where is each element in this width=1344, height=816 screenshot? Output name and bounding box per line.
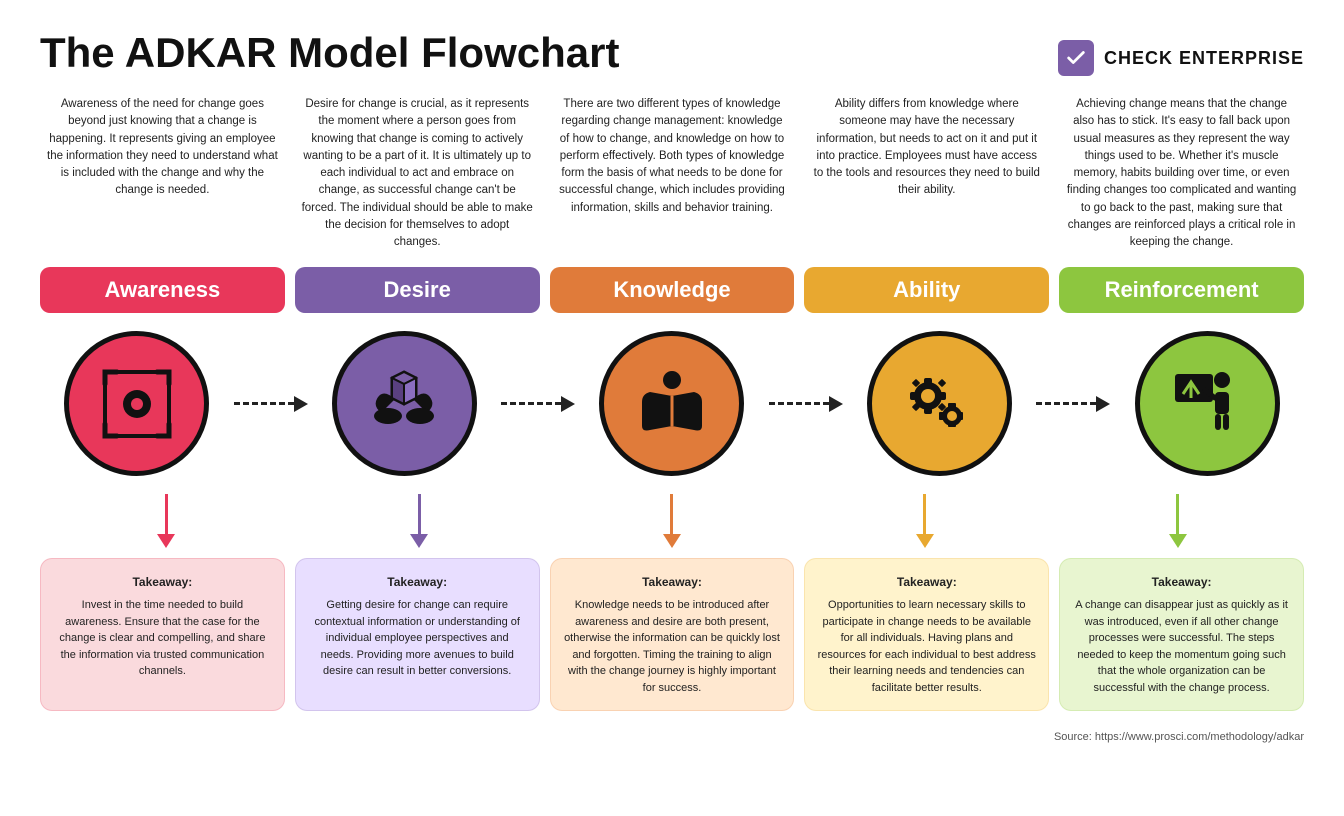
check-icon [1058, 40, 1094, 76]
icon-cell-ability [843, 331, 1037, 476]
vert-line-reinforcement [1176, 494, 1179, 534]
arrow-1 [234, 396, 308, 412]
vert-arrowhead-knowledge [663, 534, 681, 548]
vert-arrow-awareness [40, 494, 293, 548]
vertical-arrows-row [40, 494, 1304, 548]
icon-cell-knowledge [575, 331, 769, 476]
takeaway-ability: Takeaway: Opportunities to learn necessa… [804, 558, 1049, 711]
circle-ability [867, 331, 1012, 476]
top-desc-knowledge: There are two different types of knowled… [550, 96, 795, 251]
circle-reinforcement [1135, 331, 1280, 476]
page-title: The ADKAR Model Flowchart [40, 30, 619, 76]
takeaway-reinforcement-text: A change can disappear just as quickly a… [1072, 597, 1291, 696]
icon-cell-awareness [40, 331, 234, 476]
circle-knowledge [599, 331, 744, 476]
takeaway-row: Takeaway: Invest in the time needed to b… [40, 558, 1304, 711]
awareness-icon [97, 364, 177, 444]
arrow-head-4 [1096, 396, 1110, 412]
label-reinforcement: Reinforcement [1059, 267, 1304, 313]
vert-line-knowledge [670, 494, 673, 534]
vert-arrowhead-awareness [157, 534, 175, 548]
flow-container: Awareness of the need for change goes be… [40, 96, 1304, 727]
takeaway-desire-title: Takeaway: [308, 573, 527, 591]
takeaway-desire-text: Getting desire for change can require co… [308, 597, 527, 680]
takeaway-ability-text: Opportunities to learn necessary skills … [817, 597, 1036, 696]
top-descriptions-row: Awareness of the need for change goes be… [40, 96, 1304, 251]
knowledge-icon [632, 364, 712, 444]
takeaway-knowledge-text: Knowledge needs to be introduced after a… [563, 597, 782, 696]
header: The ADKAR Model Flowchart CHECK ENTERPRI… [40, 30, 1304, 76]
vert-arrow-desire [293, 494, 546, 548]
label-awareness: Awareness [40, 267, 285, 313]
dotted-line-2 [501, 402, 561, 405]
vert-arrow-awareness-inner [157, 494, 175, 548]
ability-icon [900, 364, 980, 444]
top-desc-ability: Ability differs from knowledge where som… [804, 96, 1049, 251]
vert-arrow-ability-inner [916, 494, 934, 548]
vert-arrow-reinforcement [1051, 494, 1304, 548]
page: The ADKAR Model Flowchart CHECK ENTERPRI… [0, 0, 1344, 816]
vert-arrow-reinforcement-inner [1169, 494, 1187, 548]
arrow-head-3 [829, 396, 843, 412]
arrow-2 [501, 396, 575, 412]
source-line: Source: https://www.prosci.com/methodolo… [40, 731, 1304, 743]
vert-line-desire [418, 494, 421, 534]
check-enterprise-label: CHECK ENTERPRISE [1104, 48, 1304, 69]
dotted-line-1 [234, 402, 294, 405]
takeaway-ability-title: Takeaway: [817, 573, 1036, 591]
vert-arrow-knowledge [546, 494, 799, 548]
vert-arrow-knowledge-inner [663, 494, 681, 548]
arrow-3 [769, 396, 843, 412]
takeaway-reinforcement-title: Takeaway: [1072, 573, 1291, 591]
check-enterprise-badge: CHECK ENTERPRISE [1058, 40, 1304, 76]
takeaway-desire: Takeaway: Getting desire for change can … [295, 558, 540, 711]
label-ability: Ability [804, 267, 1049, 313]
icon-cell-reinforcement [1110, 331, 1304, 476]
arrow-head-1 [294, 396, 308, 412]
takeaway-reinforcement: Takeaway: A change can disappear just as… [1059, 558, 1304, 711]
vert-arrowhead-reinforcement [1169, 534, 1187, 548]
vert-arrowhead-desire [410, 534, 428, 548]
arrow-4 [1036, 396, 1110, 412]
label-desire: Desire [295, 267, 540, 313]
vert-arrow-desire-inner [410, 494, 428, 548]
takeaway-knowledge: Takeaway: Knowledge needs to be introduc… [550, 558, 795, 711]
vert-line-ability [923, 494, 926, 534]
vert-arrowhead-ability [916, 534, 934, 548]
circle-awareness [64, 331, 209, 476]
arrow-head-2 [561, 396, 575, 412]
label-knowledge: Knowledge [550, 267, 795, 313]
top-desc-reinforcement: Achieving change means that the change a… [1059, 96, 1304, 251]
top-desc-desire: Desire for change is crucial, as it repr… [295, 96, 540, 251]
icons-row [40, 331, 1304, 476]
icon-cell-desire [308, 331, 502, 476]
vert-arrow-ability [798, 494, 1051, 548]
takeaway-knowledge-title: Takeaway: [563, 573, 782, 591]
takeaway-awareness-text: Invest in the time needed to build aware… [53, 597, 272, 680]
takeaway-awareness: Takeaway: Invest in the time needed to b… [40, 558, 285, 711]
labels-row: Awareness Desire Knowledge Ability Reinf… [40, 267, 1304, 313]
vert-line-awareness [165, 494, 168, 534]
dotted-line-3 [769, 402, 829, 405]
reinforcement-icon [1167, 364, 1247, 444]
top-desc-awareness: Awareness of the need for change goes be… [40, 96, 285, 251]
takeaway-awareness-title: Takeaway: [53, 573, 272, 591]
desire-icon [364, 364, 444, 444]
circle-desire [332, 331, 477, 476]
dotted-line-4 [1036, 402, 1096, 405]
